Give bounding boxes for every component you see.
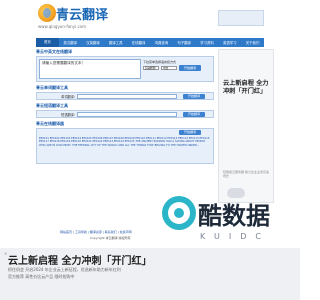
word-tool-row: 单词翻译: 开始翻译 — [36, 92, 214, 100]
phrase-input[interactable] — [77, 111, 177, 117]
nav-item-en-zh[interactable]: 英汉翻译 — [59, 40, 82, 45]
logo-title: 青云翻译 — [56, 8, 109, 23]
nav-item-zh-en[interactable]: 汉英翻译 — [82, 40, 105, 45]
nav-item-tools[interactable]: 翻译工具 — [104, 40, 127, 45]
section-title-word: 青云单词翻译工具 — [36, 85, 68, 90]
nav-item-home[interactable]: 首页 — [36, 38, 59, 47]
watermark-logo-icon — [162, 196, 196, 230]
bottom-ad-subtext-2: 官方推荐 高性价比云产品 限时抢购中 — [8, 274, 75, 279]
target-language-select[interactable]: 中文 — [161, 66, 177, 70]
source-language-select[interactable]: 自动检测 — [143, 66, 159, 70]
bottom-ad-subtext: 抓住机会 开启2024 年企业云上新征程，优选新年助力新年红利 — [8, 267, 121, 272]
footer-copyright: Copyright 青云翻译 版权所有 — [90, 236, 131, 240]
watermark-title: 酷数据 — [198, 202, 270, 230]
main-nav: 首页 英汉翻译 汉英翻译 翻译工具 在线翻译 词典查询 句子翻译 学习资料 英语… — [36, 38, 264, 47]
watermark-subtitle: KUIDC — [200, 232, 270, 241]
nav-item-dictionary[interactable]: 词典查询 — [150, 40, 173, 45]
phrase-tool-row: 短语翻译: 开始翻译 — [36, 110, 214, 118]
section-title-phrase: 青云短语翻译工具 — [36, 103, 68, 108]
logo-emblem-icon — [38, 4, 56, 22]
word-translate-button[interactable]: 开始翻译 — [183, 93, 205, 99]
nav-item-materials[interactable]: 学习资料 — [196, 40, 219, 45]
footer-links[interactable]: 网站首页 | 工具导航 | 翻译资源 | 联系我们 | 免责声明 — [60, 230, 132, 234]
translate-button[interactable]: 开始翻译 — [179, 65, 201, 71]
header-banner[interactable] — [218, 10, 264, 26]
section-title-online: 青云在线翻译器 — [36, 121, 64, 126]
nav-item-about[interactable]: 关于我们 — [241, 40, 264, 45]
word-label: 单词翻译: — [61, 94, 75, 99]
close-icon[interactable]: × — [4, 252, 8, 256]
bottom-ad-headline: 云上新启程 全力冲刺「开门红」 — [8, 256, 152, 267]
online-translate-button[interactable]: 开始翻译 — [179, 130, 201, 135]
section-title-translator: 青云中英文在线翻译 — [36, 49, 72, 54]
sidebar-ad-headline: 云上新启程 全力冲刺「开门红」 — [223, 80, 269, 95]
nav-item-learning[interactable]: 英语学习 — [218, 40, 241, 45]
online-result-text: EE0101 EE0102 EE0103 EE0104 EE0105 EE010… — [39, 137, 210, 147]
phrase-translate-button[interactable]: 开始翻译 — [183, 111, 205, 117]
sidebar-ad[interactable]: 云上新启程 全力冲刺「开门红」 轻量级云服务器 助力企业业务高速增长 — [218, 49, 274, 203]
source-text-input[interactable]: 请输入您需要翻译的文本！ — [39, 59, 141, 79]
logo-url: www.qingyun-fanyi.com — [38, 24, 87, 29]
language-hint: 下拉菜单选择语言和方式 — [143, 60, 177, 64]
bottom-ad-banner[interactable]: 云上新启程 全力冲刺「开门红」 抓住机会 开启2024 年企业云上新征程，优选新… — [0, 248, 300, 300]
word-input[interactable] — [77, 93, 177, 99]
site-logo[interactable]: 青云翻译 www.qingyun-fanyi.com — [38, 2, 108, 34]
nav-item-online[interactable]: 在线翻译 — [127, 40, 150, 45]
nav-item-sentence[interactable]: 句子翻译 — [173, 40, 196, 45]
main-content: 青云中英文在线翻译 请输入您需要翻译的文本！ 下拉菜单选择语言和方式 自动检测 … — [36, 49, 214, 164]
online-translator-panel: 开始翻译 EE0101 EE0102 EE0103 EE0104 EE0105 … — [36, 128, 214, 164]
sidebar-ad-tagline: 轻量级云服务器 助力企业业务高速增长 — [223, 170, 269, 178]
phrase-label: 短语翻译: — [61, 112, 75, 117]
translator-panel: 请输入您需要翻译的文本！ 下拉菜单选择语言和方式 自动检测 中文 开始翻译 — [36, 56, 214, 82]
